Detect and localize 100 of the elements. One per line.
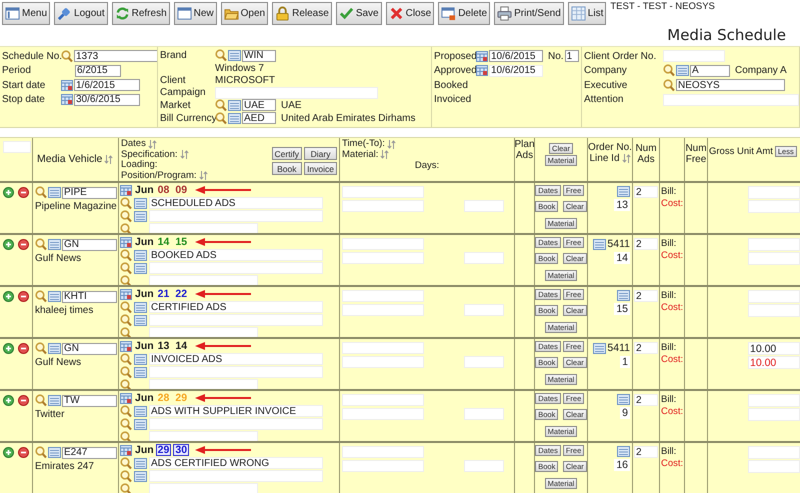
- search-icon[interactable]: [35, 394, 47, 407]
- remove-icon[interactable]: [18, 447, 29, 458]
- input-field[interactable]: [663, 50, 725, 62]
- add-icon[interactable]: [3, 239, 14, 250]
- list-icon[interactable]: [134, 406, 147, 416]
- small-button[interactable]: Book: [272, 162, 302, 175]
- search-icon[interactable]: [120, 274, 132, 285]
- input-field[interactable]: [149, 379, 258, 389]
- input-field[interactable]: [149, 418, 323, 430]
- list-icon[interactable]: [134, 314, 147, 326]
- input-field[interactable]: AED: [242, 112, 276, 124]
- calendar-icon[interactable]: [120, 184, 132, 196]
- remove-icon[interactable]: [18, 291, 29, 302]
- calendar-icon[interactable]: [61, 80, 73, 91]
- input-field[interactable]: [748, 290, 800, 303]
- input-field[interactable]: [342, 252, 424, 264]
- search-icon[interactable]: [663, 78, 675, 92]
- input-field[interactable]: 10.00: [748, 342, 800, 355]
- day-number[interactable]: 13: [156, 340, 172, 352]
- search-icon[interactable]: [120, 314, 132, 326]
- search-icon[interactable]: [663, 64, 675, 78]
- list-icon[interactable]: [617, 394, 630, 405]
- input-field[interactable]: [149, 210, 323, 222]
- list-icon[interactable]: [48, 187, 61, 198]
- calendar-icon[interactable]: [120, 340, 132, 352]
- input-field[interactable]: [748, 238, 800, 251]
- list-icon[interactable]: [228, 112, 241, 124]
- search-icon[interactable]: [35, 342, 47, 355]
- input-field[interactable]: [342, 460, 424, 472]
- day-number[interactable]: 29: [156, 444, 172, 456]
- remove-icon[interactable]: [18, 395, 29, 406]
- search-icon[interactable]: [120, 222, 132, 233]
- add-icon[interactable]: [3, 395, 14, 406]
- sort-icon[interactable]: [180, 150, 189, 160]
- search-icon[interactable]: [120, 326, 132, 337]
- input-field[interactable]: 30/6/2015: [74, 94, 140, 106]
- input-field[interactable]: [748, 394, 800, 407]
- search-icon[interactable]: [120, 404, 132, 418]
- input-field[interactable]: [748, 186, 800, 199]
- input-field[interactable]: [215, 86, 378, 99]
- list-icon[interactable]: [48, 343, 61, 354]
- input-field[interactable]: WIN: [242, 50, 276, 62]
- search-icon[interactable]: [35, 238, 47, 251]
- input-field[interactable]: [149, 275, 258, 285]
- input-field[interactable]: 1373: [74, 50, 157, 62]
- toolbar-button[interactable]: Logout: [54, 2, 108, 25]
- input-field[interactable]: [342, 200, 424, 212]
- input-field[interactable]: [464, 408, 504, 420]
- input-field[interactable]: 2: [634, 238, 658, 250]
- small-button[interactable]: Certify: [272, 147, 302, 160]
- input-field[interactable]: GN: [62, 342, 117, 354]
- input-field[interactable]: [149, 223, 258, 233]
- specification-field[interactable]: ADS CERTIFIED WRONG: [149, 457, 323, 469]
- input-field[interactable]: [342, 238, 424, 250]
- day-number[interactable]: 15: [173, 236, 190, 248]
- input-field[interactable]: [342, 408, 424, 420]
- toolbar-button[interactable]: Menu: [2, 2, 50, 25]
- input-field[interactable]: [342, 186, 424, 198]
- input-field[interactable]: [464, 200, 504, 212]
- list-icon[interactable]: [134, 250, 147, 260]
- list-icon[interactable]: [134, 470, 147, 482]
- input-field[interactable]: 2: [634, 186, 658, 198]
- list-icon[interactable]: [134, 262, 147, 274]
- input-field[interactable]: KHTI: [62, 290, 117, 302]
- toolbar-button[interactable]: Close: [386, 2, 434, 25]
- search-icon[interactable]: [120, 352, 132, 366]
- input-field[interactable]: [149, 327, 258, 337]
- input-field[interactable]: E247: [62, 446, 117, 458]
- toolbar-button[interactable]: New: [174, 2, 217, 25]
- search-icon[interactable]: [120, 196, 132, 210]
- add-icon[interactable]: [3, 343, 14, 354]
- input-field[interactable]: [748, 252, 800, 265]
- input-field[interactable]: [3, 141, 31, 153]
- input-field[interactable]: [342, 304, 424, 316]
- sort-icon[interactable]: [104, 155, 114, 164]
- small-button[interactable]: Diary: [304, 147, 337, 160]
- input-field[interactable]: NEOSYS: [676, 79, 785, 92]
- search-icon[interactable]: [120, 470, 132, 482]
- input-field[interactable]: [748, 304, 800, 317]
- specification-field[interactable]: BOOKED ADS: [149, 249, 323, 261]
- search-icon[interactable]: [61, 50, 73, 63]
- sort-icon[interactable]: [148, 140, 157, 149]
- search-icon[interactable]: [215, 49, 227, 62]
- list-icon[interactable]: [48, 447, 61, 458]
- input-field[interactable]: PIPE: [62, 186, 117, 198]
- list-icon[interactable]: [48, 291, 61, 302]
- input-field[interactable]: [342, 446, 424, 458]
- specification-field[interactable]: ADS WITH SUPPLIER INVOICE: [149, 405, 323, 417]
- small-button[interactable]: Invoice: [304, 162, 337, 175]
- input-field[interactable]: 6/2015: [75, 64, 121, 77]
- search-icon[interactable]: [120, 366, 132, 378]
- day-number[interactable]: 08: [156, 184, 172, 196]
- input-field[interactable]: [342, 394, 424, 406]
- sort-icon[interactable]: [380, 150, 390, 160]
- list-icon[interactable]: [617, 446, 630, 457]
- sort-icon[interactable]: [622, 154, 631, 164]
- input-field[interactable]: UAE: [242, 99, 276, 112]
- list-icon[interactable]: [617, 290, 630, 301]
- input-field[interactable]: 2: [634, 290, 658, 302]
- calendar-icon[interactable]: [476, 65, 488, 76]
